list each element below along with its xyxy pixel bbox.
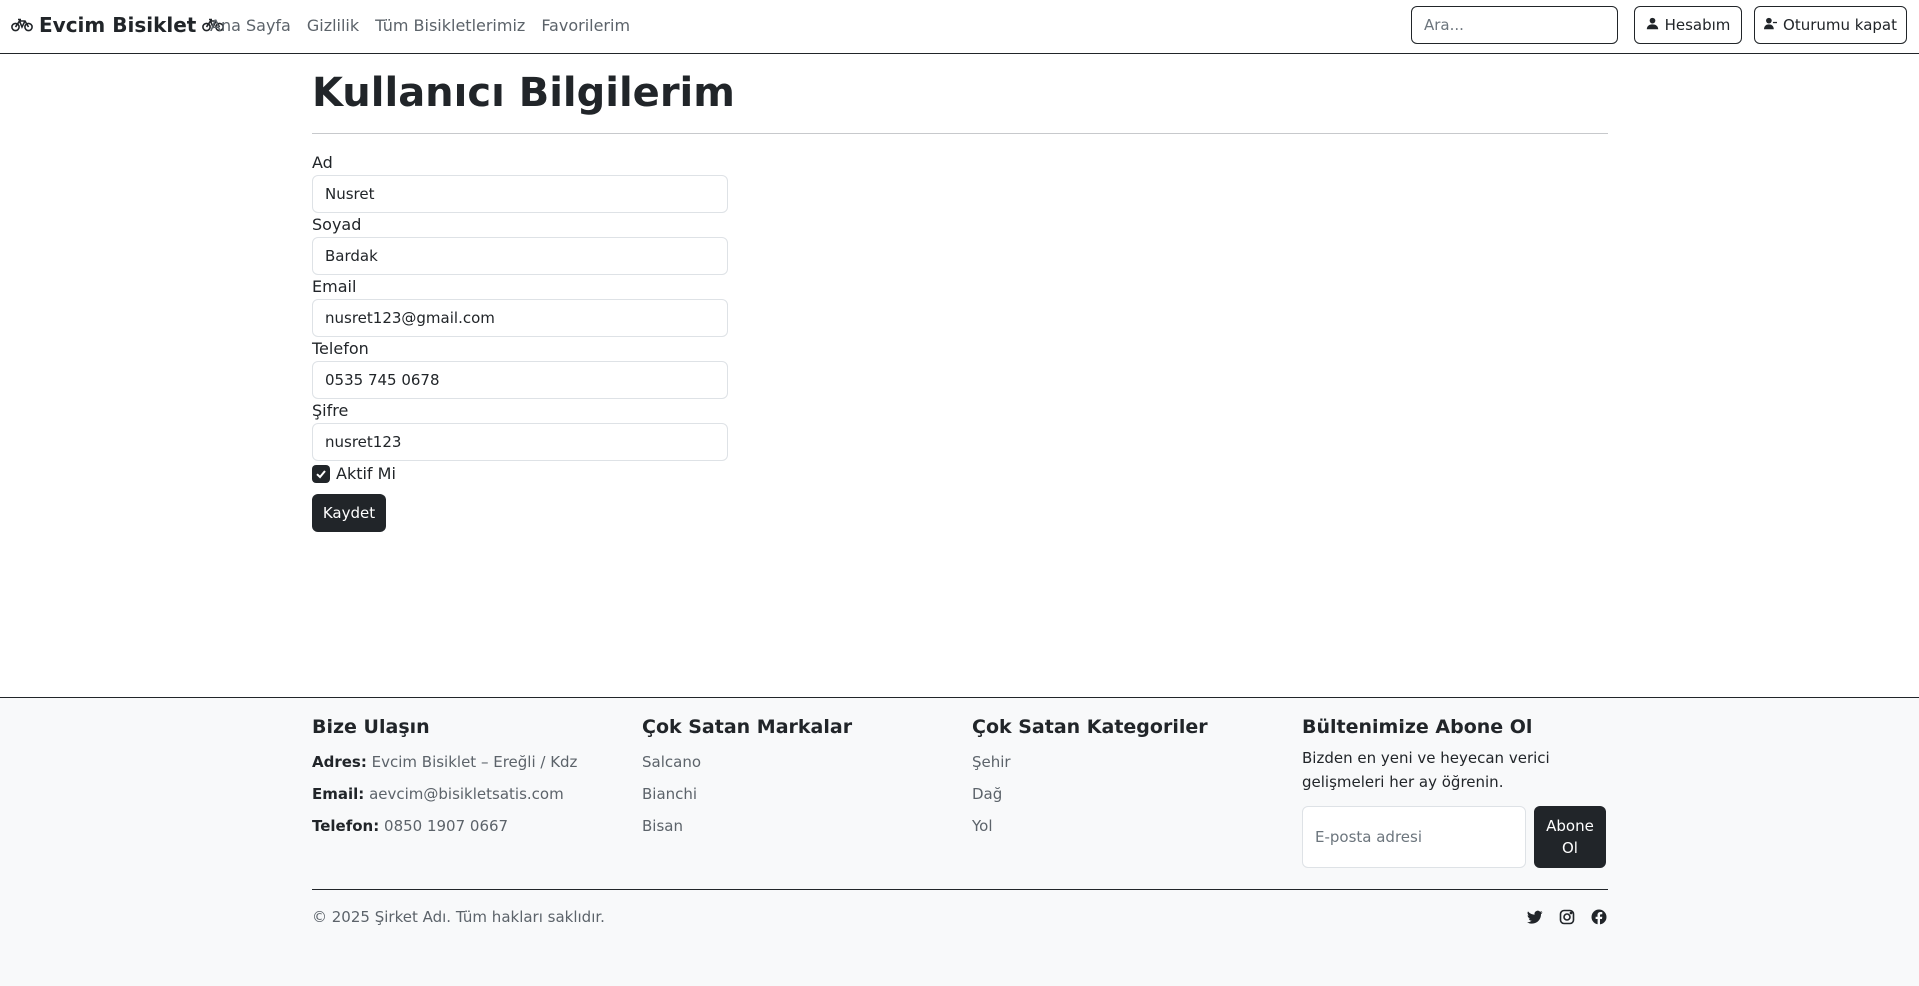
account-button[interactable]: Hesabım [1634, 6, 1742, 44]
checkmark-icon [316, 469, 326, 478]
category-link[interactable]: Yol [972, 810, 1208, 842]
contact-phone: Telefon: 0850 1907 0667 [312, 810, 577, 842]
contact-email: Email: aevcim@bisikletsatis.com [312, 778, 577, 810]
active-checkbox-row: Aktif Mi [312, 464, 396, 483]
first-name-input[interactable] [312, 175, 728, 213]
newsletter-email-input[interactable] [1302, 806, 1526, 868]
phone-value: 0850 1907 0667 [384, 817, 509, 835]
nav-link-favorites[interactable]: Favorilerim [541, 16, 630, 35]
footer-categories: Çok Satan Kategoriler Şehir Dağ Yol [972, 716, 1208, 842]
address-value: Evcim Bisiklet – Ereğli / Kdz [371, 753, 578, 771]
newsletter-text: Bizden en yeni ve heyecan verici gelişme… [1302, 749, 1550, 791]
newsletter-form: Abone Ol [1302, 806, 1606, 868]
footer-newsletter: Bültenimize Abone Ol Bizden en yeni ve h… [1302, 716, 1606, 868]
user-logout-icon [1764, 16, 1778, 34]
password-input[interactable] [312, 423, 728, 461]
nav-link-privacy[interactable]: Gizlilik [307, 16, 359, 35]
email-value: aevcim@bisikletsatis.com [369, 785, 564, 803]
phone-label: Telefon: [312, 817, 380, 835]
social-links [1526, 908, 1608, 926]
brands-title: Çok Satan Markalar [642, 716, 853, 738]
search-input[interactable] [1411, 6, 1618, 44]
logout-button[interactable]: Oturumu kapat [1754, 6, 1907, 44]
bicycle-icon [11, 13, 33, 37]
categories-title: Çok Satan Kategoriler [972, 716, 1208, 738]
address-label: Adres: [312, 753, 367, 771]
footer-contact: Bize Ulaşın Adres: Evcim Bisiklet – Ereğ… [312, 716, 577, 842]
contact-title: Bize Ulaşın [312, 716, 430, 738]
footer-brands: Çok Satan Markalar Salcano Bianchi Bisan [642, 716, 852, 842]
footer: Bize Ulaşın Adres: Evcim Bisiklet – Ereğ… [0, 697, 1919, 986]
brand-link[interactable]: Bisan [642, 810, 852, 842]
twitter-icon[interactable] [1526, 908, 1544, 926]
account-label: Hesabım [1664, 16, 1731, 34]
save-button[interactable]: Kaydet [312, 494, 386, 532]
copyright-text: © 2025 Şirket Adı. Tüm hakları saklıdır. [312, 908, 605, 926]
last-name-input[interactable] [312, 237, 728, 275]
brand-link[interactable]: Bianchi [642, 778, 852, 810]
password-label: Şifre [312, 401, 349, 420]
brand-name: Evcim Bisiklet [39, 13, 197, 37]
last-name-label: Soyad [312, 215, 362, 234]
logout-label: Oturumu kapat [1783, 16, 1897, 34]
category-link[interactable]: Şehir [972, 746, 1208, 778]
phone-input[interactable] [312, 361, 728, 399]
nav-links: Ana Sayfa Gizlilik Tüm Bisikletlerimiz F… [210, 16, 630, 35]
active-checkbox[interactable] [312, 464, 330, 483]
footer-divider [312, 889, 1608, 890]
active-label: Aktif Mi [336, 464, 396, 483]
nav-link-home[interactable]: Ana Sayfa [210, 16, 291, 35]
user-icon [1646, 16, 1659, 34]
nav-link-all-bikes[interactable]: Tüm Bisikletlerimiz [375, 16, 525, 35]
email-input[interactable] [312, 299, 728, 337]
newsletter-title: Bültenimize Abone Ol [1302, 716, 1533, 738]
phone-label: Telefon [312, 339, 369, 358]
email-label: Email: [312, 785, 365, 803]
brand-link[interactable]: Salcano [642, 746, 852, 778]
subscribe-button[interactable]: Abone Ol [1534, 806, 1606, 868]
instagram-icon[interactable] [1558, 908, 1576, 926]
navbar: Evcim Bisiklet Ana Sayfa Gizlilik Tüm Bi… [0, 0, 1919, 54]
page-title: Kullanıcı Bilgilerim [312, 70, 735, 116]
brand-logo[interactable]: Evcim Bisiklet [11, 13, 225, 37]
category-link[interactable]: Dağ [972, 778, 1208, 810]
email-label: Email [312, 277, 357, 296]
contact-address: Adres: Evcim Bisiklet – Ereğli / Kdz [312, 746, 577, 778]
first-name-label: Ad [312, 153, 333, 172]
facebook-icon[interactable] [1590, 908, 1608, 926]
title-divider [312, 133, 1608, 134]
